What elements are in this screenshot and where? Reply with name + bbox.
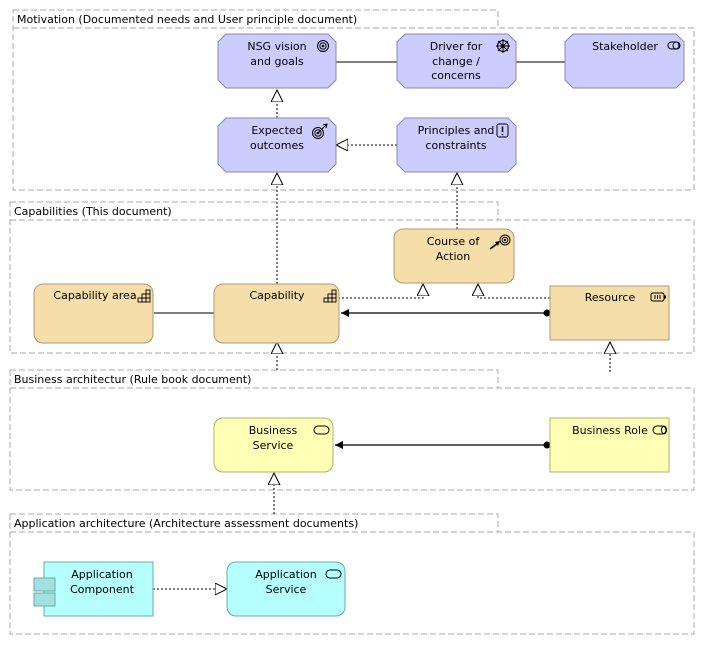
element-label: constraints <box>425 139 486 152</box>
archimate-diagram: Motivation (Documented needs and User pr… <box>9 9 695 635</box>
element-label: Capability area <box>53 289 136 302</box>
element-label: Application <box>255 568 316 581</box>
group-label: Business architectur (Rule book document… <box>14 373 251 386</box>
group-label: Motivation (Documented needs and User pr… <box>17 13 357 26</box>
element-label: Service <box>266 583 307 596</box>
group-label: Application architecture (Architecture a… <box>14 517 358 530</box>
component-icon <box>33 592 56 607</box>
element-course-of-action[interactable]: Course of Action <box>393 228 515 284</box>
element-application-service[interactable]: Application Service <box>226 561 346 617</box>
element-business-service[interactable]: Business Service <box>213 417 334 473</box>
element-label: Course of <box>427 235 481 248</box>
element-label: outcomes <box>250 139 304 152</box>
element-label: Business Role <box>572 424 648 437</box>
relation-realization[interactable] <box>338 284 423 299</box>
element-label: Capability <box>249 289 305 302</box>
element-nsg-vision-and-goals[interactable]: NSG vision and goals <box>217 33 337 89</box>
element-label: Component <box>70 583 135 596</box>
element-label: and goals <box>250 55 304 68</box>
element-label: Expected <box>251 124 302 137</box>
driver-icon <box>496 39 510 53</box>
relation-realization[interactable] <box>478 284 550 299</box>
element-expected-outcomes[interactable]: Expected outcomes <box>217 117 337 173</box>
element-label: Business <box>249 424 298 437</box>
element-label: NSG vision <box>247 40 306 53</box>
element-business-role[interactable]: Business Role <box>549 417 670 473</box>
element-label: change / <box>432 55 480 68</box>
element-resource[interactable]: Resource <box>549 285 670 341</box>
element-label: Application <box>71 568 132 581</box>
element-application-component[interactable]: Application Component <box>33 561 154 617</box>
component-icon <box>33 577 56 592</box>
element-label: Driver for <box>430 40 483 53</box>
element-driver-for-change[interactable]: Driver for change / concerns <box>396 33 517 89</box>
element-capability-area[interactable]: Capability area <box>33 283 154 344</box>
element-capability[interactable]: Capability <box>213 283 340 344</box>
element-label: Action <box>436 250 470 263</box>
element-label: Resource <box>585 291 636 304</box>
element-label: Stakeholder <box>592 40 658 53</box>
element-label: concerns <box>431 69 481 82</box>
element-stakeholder[interactable]: Stakeholder <box>564 33 685 89</box>
element-label: Principles and <box>418 124 495 137</box>
element-label: Service <box>253 439 294 452</box>
element-principles-and-constraints[interactable]: Principles and constraints <box>396 117 517 173</box>
group-label: Capabilities (This document) <box>14 205 172 218</box>
